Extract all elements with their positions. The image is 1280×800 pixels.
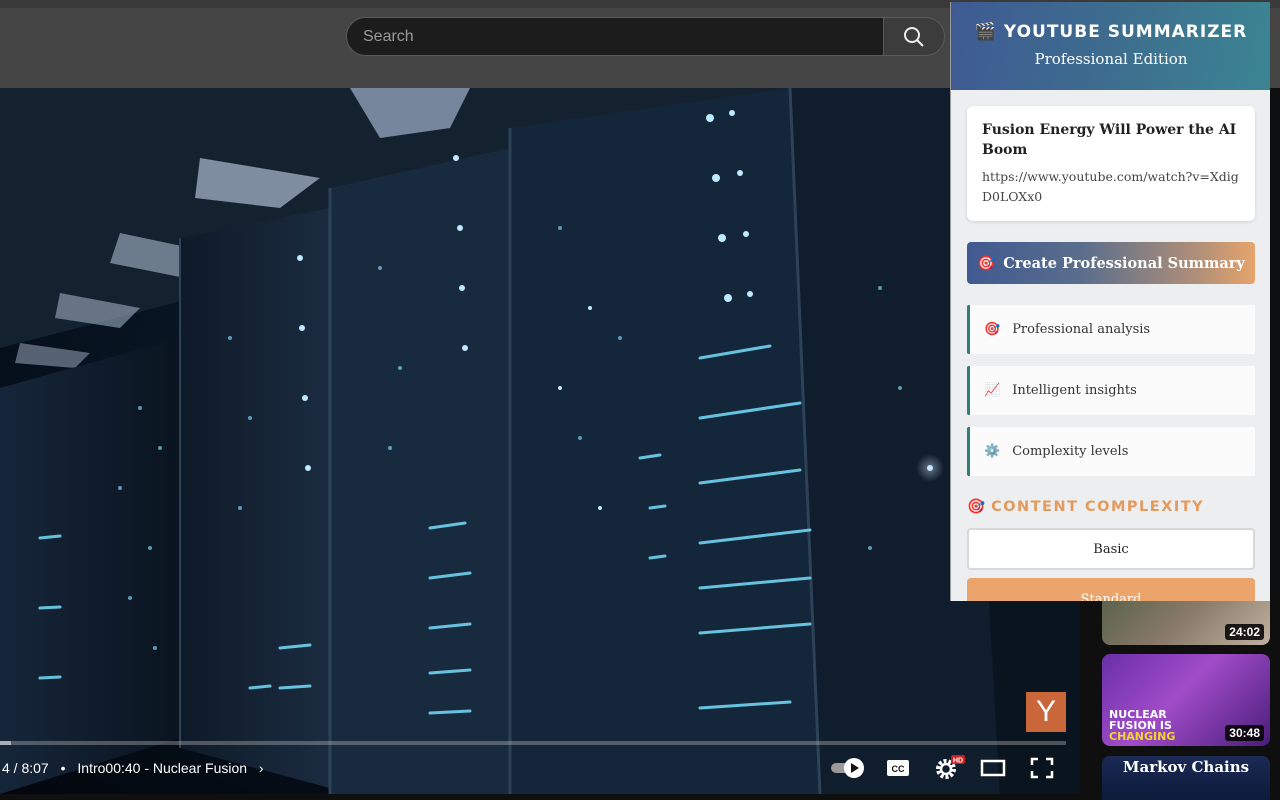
video-time-info: 4 / 8:07 • Intro00:40 - Nuclear Fusion › xyxy=(2,760,272,776)
svg-text:CC: CC xyxy=(892,764,905,774)
fullscreen-icon xyxy=(1030,757,1054,779)
settings-button[interactable]: HD xyxy=(932,755,966,780)
autoplay-icon xyxy=(831,758,864,778)
chapter-title[interactable]: Intro00:40 - Nuclear Fusion xyxy=(77,760,247,776)
feature-complexity-levels: ⚙️ Complexity levels xyxy=(967,427,1255,476)
hd-badge: HD xyxy=(953,758,963,765)
thumbnail-overlay-text: Markov Chains xyxy=(1122,758,1250,776)
search-input[interactable]: Search xyxy=(346,17,884,56)
target-icon: 🎯 xyxy=(967,499,986,515)
feature-intelligent-insights: 📈 Intelligent insights xyxy=(967,366,1255,415)
separator-dot: • xyxy=(60,760,66,776)
cc-icon: CC xyxy=(887,760,909,776)
clapperboard-icon: 🎬 xyxy=(974,22,997,42)
video-url: https://www.youtube.com/watch?v=XdigD0LO… xyxy=(982,169,1239,204)
gear-icon: ⚙️ xyxy=(984,444,1001,459)
channel-watermark[interactable]: Y xyxy=(1026,692,1066,732)
fullscreen-button[interactable] xyxy=(1030,756,1054,780)
target-icon: 🎯 xyxy=(984,322,1001,337)
theater-icon xyxy=(980,759,1006,777)
complexity-basic-button[interactable]: Basic xyxy=(967,528,1255,570)
popup-subtitle: Professional Edition xyxy=(1034,50,1188,68)
summarizer-popup: 🎬 YOUTUBE SUMMARIZER Professional Editio… xyxy=(950,2,1270,601)
complexity-heading: 🎯 CONTENT COMPLEXITY xyxy=(967,498,1205,516)
server-room-frame xyxy=(0,88,1080,794)
video-player[interactable]: Y xyxy=(0,88,1080,794)
feature-professional-analysis: 🎯 Professional analysis xyxy=(967,305,1255,354)
recommendation-thumbnail-3[interactable]: Markov Chains xyxy=(1102,756,1270,800)
theater-mode-button[interactable] xyxy=(980,756,1006,780)
search-icon xyxy=(904,26,924,47)
youtube-page: Search Y 4 / 8:07 • Intro00:40 - Nuclear… xyxy=(0,0,1280,800)
recommendation-thumbnail-2[interactable]: NUCLEAR FUSION IS CHANGING 30:48 xyxy=(1102,654,1270,746)
autoplay-toggle[interactable] xyxy=(830,756,866,780)
video-info-card: Fusion Energy Will Power the AI Boom htt… xyxy=(967,106,1255,221)
popup-header: 🎬 YOUTUBE SUMMARIZER Professional Editio… xyxy=(951,2,1270,90)
chevron-right-icon[interactable]: › xyxy=(259,760,264,776)
video-progress-bar[interactable] xyxy=(0,741,1066,745)
create-summary-button[interactable]: 🎯 Create Professional Summary xyxy=(967,242,1255,284)
video-progress-fill xyxy=(0,741,11,745)
duration-badge: 30:48 xyxy=(1225,725,1264,741)
thumbnail-overlay-text: NUCLEAR FUSION IS CHANGING xyxy=(1109,708,1176,743)
video-title: Fusion Energy Will Power the AI Boom xyxy=(982,122,1237,158)
captions-button[interactable]: CC xyxy=(886,756,910,780)
chart-increasing-icon: 📈 xyxy=(984,383,1001,398)
target-icon: 🎯 xyxy=(977,254,996,272)
search-button[interactable] xyxy=(883,17,945,56)
popup-title: 🎬 YOUTUBE SUMMARIZER xyxy=(974,22,1248,42)
complexity-standard-button[interactable]: Standard xyxy=(967,578,1255,601)
time-display: 4 / 8:07 xyxy=(2,760,49,776)
duration-badge: 24:02 xyxy=(1225,624,1264,640)
gear-icon: HD xyxy=(936,755,965,779)
